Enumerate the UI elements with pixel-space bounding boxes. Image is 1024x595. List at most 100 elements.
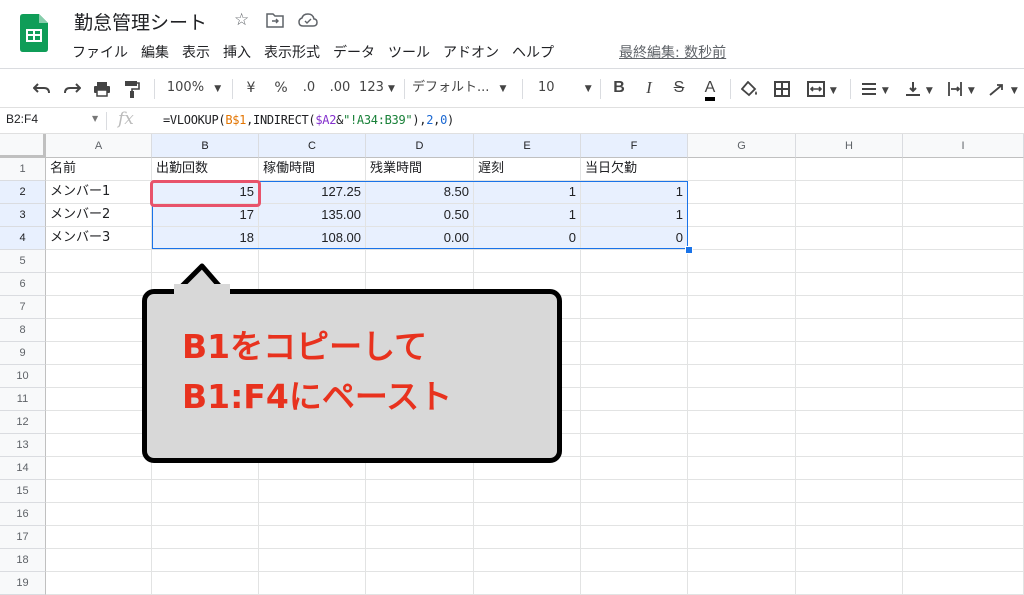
row-header-7[interactable]: 7	[0, 296, 46, 319]
cell-c4[interactable]: 108.00	[259, 227, 366, 250]
cell-h11[interactable]	[796, 388, 903, 411]
cell-i9[interactable]	[903, 342, 1024, 365]
cell-c19[interactable]	[259, 572, 366, 595]
cell-d1[interactable]: 残業時間	[366, 158, 474, 181]
cell-i16[interactable]	[903, 503, 1024, 526]
menu-view[interactable]: 表示	[182, 42, 210, 62]
cell-h13[interactable]	[796, 434, 903, 457]
italic-button[interactable]: I	[638, 69, 660, 107]
column-header-i[interactable]: I	[903, 134, 1024, 158]
cell-e2[interactable]: 1	[474, 181, 581, 204]
cell-a5[interactable]	[46, 250, 152, 273]
cell-a17[interactable]	[46, 526, 152, 549]
cell-i14[interactable]	[903, 457, 1024, 480]
cell-i6[interactable]	[903, 273, 1024, 296]
row-header-10[interactable]: 10	[0, 365, 46, 388]
vertical-align-icon[interactable]: ▼	[900, 69, 938, 107]
text-color-button[interactable]: A	[698, 69, 722, 107]
column-header-e[interactable]: E	[474, 134, 581, 158]
cell-g8[interactable]	[688, 319, 796, 342]
cell-i17[interactable]	[903, 526, 1024, 549]
cell-f10[interactable]	[581, 365, 688, 388]
cell-g14[interactable]	[688, 457, 796, 480]
cell-h12[interactable]	[796, 411, 903, 434]
cell-c3[interactable]: 135.00	[259, 204, 366, 227]
column-header-d[interactable]: D	[366, 134, 474, 158]
cell-i12[interactable]	[903, 411, 1024, 434]
cell-d3[interactable]: 0.50	[366, 204, 474, 227]
row-header-5[interactable]: 5	[0, 250, 46, 273]
cell-f9[interactable]	[581, 342, 688, 365]
cell-a18[interactable]	[46, 549, 152, 572]
menu-edit[interactable]: 編集	[141, 42, 169, 62]
horizontal-align-icon[interactable]: ▼	[856, 69, 894, 107]
cell-h3[interactable]	[796, 204, 903, 227]
row-header-15[interactable]: 15	[0, 480, 46, 503]
cell-h1[interactable]	[796, 158, 903, 181]
row-header-19[interactable]: 19	[0, 572, 46, 595]
cell-b4[interactable]: 18	[152, 227, 259, 250]
cell-i18[interactable]	[903, 549, 1024, 572]
cell-a3[interactable]: メンバー2	[46, 204, 152, 227]
cell-c16[interactable]	[259, 503, 366, 526]
menu-insert[interactable]: 挿入	[223, 42, 251, 62]
row-header-17[interactable]: 17	[0, 526, 46, 549]
cell-h15[interactable]	[796, 480, 903, 503]
cell-a6[interactable]	[46, 273, 152, 296]
cell-g15[interactable]	[688, 480, 796, 503]
star-icon[interactable]: ☆	[234, 12, 249, 29]
cell-e4[interactable]: 0	[474, 227, 581, 250]
cell-a9[interactable]	[46, 342, 152, 365]
row-header-2[interactable]: 2	[0, 181, 46, 204]
increase-decimal-button[interactable]: .00	[326, 69, 354, 107]
cell-f3[interactable]: 1	[581, 204, 688, 227]
cell-g5[interactable]	[688, 250, 796, 273]
cell-i8[interactable]	[903, 319, 1024, 342]
cell-h7[interactable]	[796, 296, 903, 319]
menu-data[interactable]: データ	[333, 42, 375, 62]
cell-a4[interactable]: メンバー3	[46, 227, 152, 250]
cell-f6[interactable]	[581, 273, 688, 296]
row-header-12[interactable]: 12	[0, 411, 46, 434]
cell-f4[interactable]: 0	[581, 227, 688, 250]
cell-h14[interactable]	[796, 457, 903, 480]
cell-a8[interactable]	[46, 319, 152, 342]
cell-f16[interactable]	[581, 503, 688, 526]
cell-g2[interactable]	[688, 181, 796, 204]
cell-g6[interactable]	[688, 273, 796, 296]
row-header-11[interactable]: 11	[0, 388, 46, 411]
cell-f2[interactable]: 1	[581, 181, 688, 204]
cell-e17[interactable]	[474, 526, 581, 549]
row-header-13[interactable]: 13	[0, 434, 46, 457]
paint-format-icon[interactable]	[120, 69, 144, 107]
cell-a1[interactable]: 名前	[46, 158, 152, 181]
cell-e3[interactable]: 1	[474, 204, 581, 227]
cell-f19[interactable]	[581, 572, 688, 595]
cell-h8[interactable]	[796, 319, 903, 342]
cell-d2[interactable]: 8.50	[366, 181, 474, 204]
row-header-18[interactable]: 18	[0, 549, 46, 572]
cloud-status-icon[interactable]	[298, 13, 318, 27]
strikethrough-button[interactable]: S	[668, 69, 690, 107]
cell-g3[interactable]	[688, 204, 796, 227]
text-wrap-icon[interactable]: ▼	[942, 69, 980, 107]
menu-file[interactable]: ファイル	[72, 42, 128, 62]
cell-f17[interactable]	[581, 526, 688, 549]
cell-h5[interactable]	[796, 250, 903, 273]
column-header-b[interactable]: B	[152, 134, 259, 158]
cell-c1[interactable]: 稼働時間	[259, 158, 366, 181]
cell-i10[interactable]	[903, 365, 1024, 388]
cell-e5[interactable]	[474, 250, 581, 273]
cell-h16[interactable]	[796, 503, 903, 526]
more-formats-button[interactable]: 123 ▼	[356, 69, 398, 107]
undo-icon[interactable]	[30, 69, 54, 107]
cell-g18[interactable]	[688, 549, 796, 572]
font-size-select[interactable]: 10 ▼	[530, 69, 594, 107]
cell-g11[interactable]	[688, 388, 796, 411]
cell-a12[interactable]	[46, 411, 152, 434]
cell-i15[interactable]	[903, 480, 1024, 503]
text-rotation-icon[interactable]: ▼	[984, 69, 1022, 107]
cell-e19[interactable]	[474, 572, 581, 595]
column-header-h[interactable]: H	[796, 134, 903, 158]
formula-input[interactable]: =VLOOKUP(B$1,INDIRECT($A2&"!A34:B39"),2,…	[163, 113, 454, 127]
